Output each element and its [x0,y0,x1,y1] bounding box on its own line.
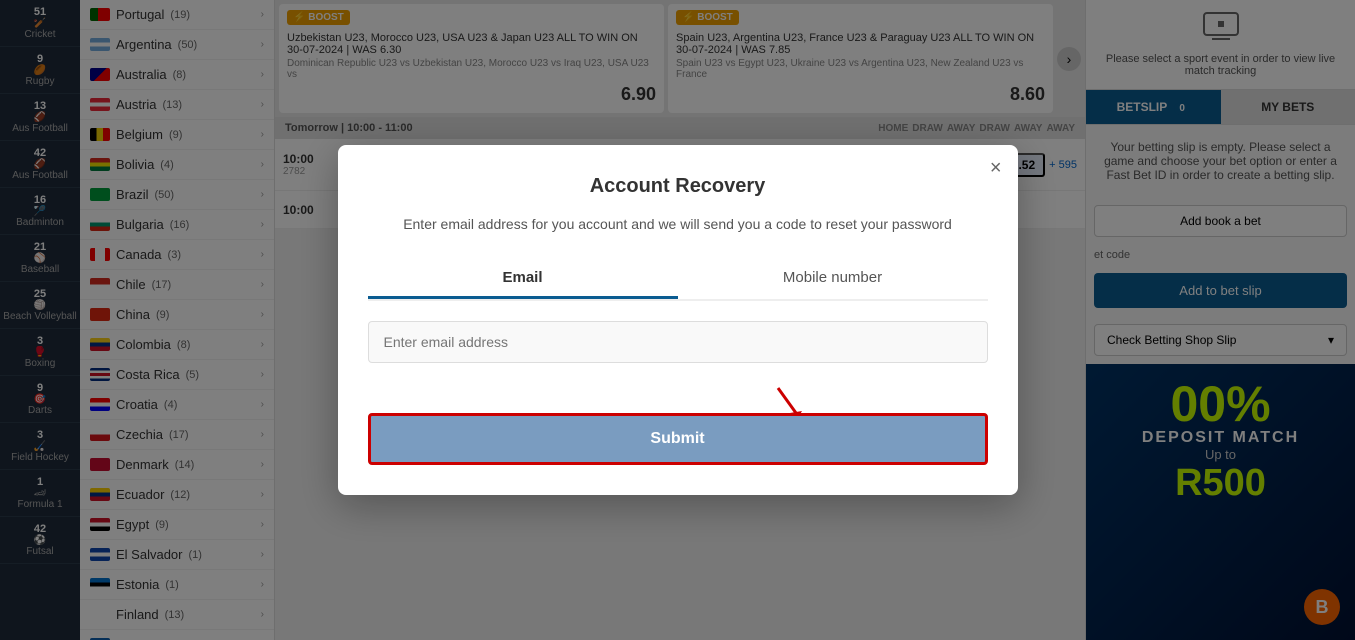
tab-email[interactable]: Email [368,259,678,299]
modal-close-button[interactable]: × [990,157,1002,180]
modal-overlay[interactable]: × Account Recovery Enter email address f… [0,0,1355,640]
modal-title: Account Recovery [368,175,988,198]
app-container: 51 🏏 Cricket 9 🏉 Rugby 13 🏈 Aus Football… [0,0,1355,640]
tab-mobile[interactable]: Mobile number [678,259,988,299]
modal-description: Enter email address for you account and … [368,214,988,235]
submit-button[interactable]: Submit [368,413,988,465]
account-recovery-modal: × Account Recovery Enter email address f… [338,145,1018,495]
modal-tabs: Email Mobile number [368,259,988,301]
email-input[interactable] [368,321,988,363]
